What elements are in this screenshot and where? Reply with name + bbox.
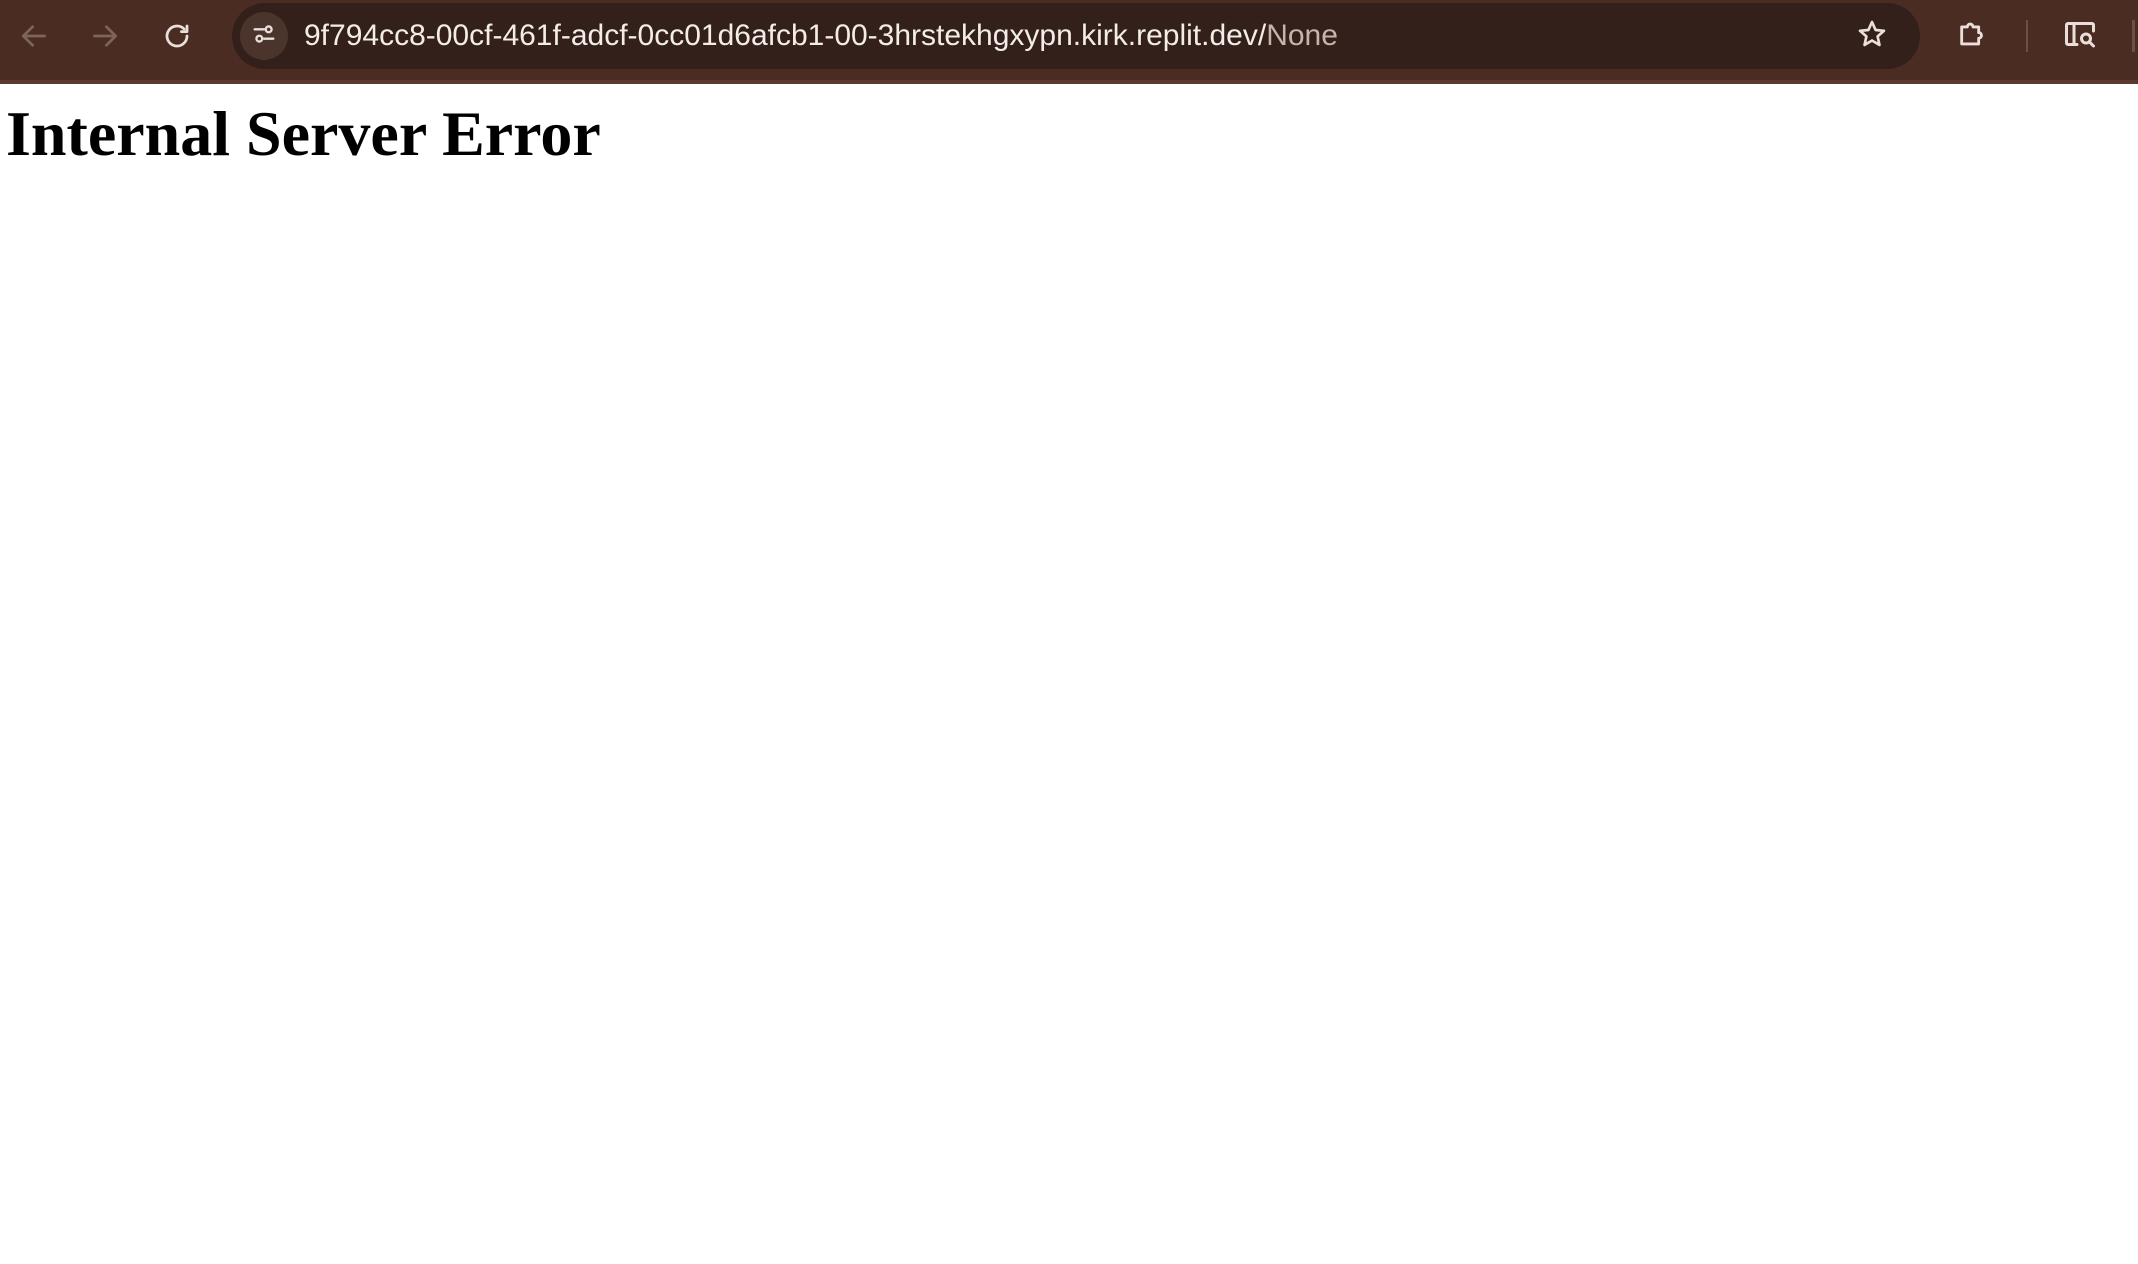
url-text[interactable]: 9f794cc8-00cf-461f-adcf-0cc01d6afcb1-00-… — [304, 3, 1338, 69]
puzzle-icon — [1956, 17, 1990, 56]
error-heading: Internal Server Error — [6, 98, 601, 169]
reload-button[interactable] — [153, 12, 201, 60]
browser-toolbar: 9f794cc8-00cf-461f-adcf-0cc01d6afcb1-00-… — [0, 0, 2138, 84]
address-bar[interactable]: 9f794cc8-00cf-461f-adcf-0cc01d6afcb1-00-… — [232, 3, 1920, 69]
forward-button[interactable] — [81, 12, 129, 60]
reload-icon — [162, 21, 192, 51]
arrow-left-icon — [18, 20, 50, 52]
lens-search-icon — [2062, 16, 2098, 57]
page-content: Internal Server Error — [0, 84, 2138, 1264]
star-icon — [1856, 18, 1888, 55]
back-button[interactable] — [10, 12, 58, 60]
url-host: 9f794cc8-00cf-461f-adcf-0cc01d6afcb1-00-… — [304, 19, 1267, 52]
toolbar-edge-sliver — [2132, 20, 2135, 52]
arrow-right-icon — [89, 20, 121, 52]
bookmark-button[interactable] — [1848, 12, 1896, 60]
site-info-button[interactable] — [240, 12, 288, 60]
toolbar-separator — [2026, 20, 2028, 52]
extensions-button[interactable] — [1949, 12, 1997, 60]
lens-search-button[interactable] — [2056, 12, 2104, 60]
tune-icon — [250, 20, 278, 53]
url-path: None — [1266, 19, 1338, 52]
